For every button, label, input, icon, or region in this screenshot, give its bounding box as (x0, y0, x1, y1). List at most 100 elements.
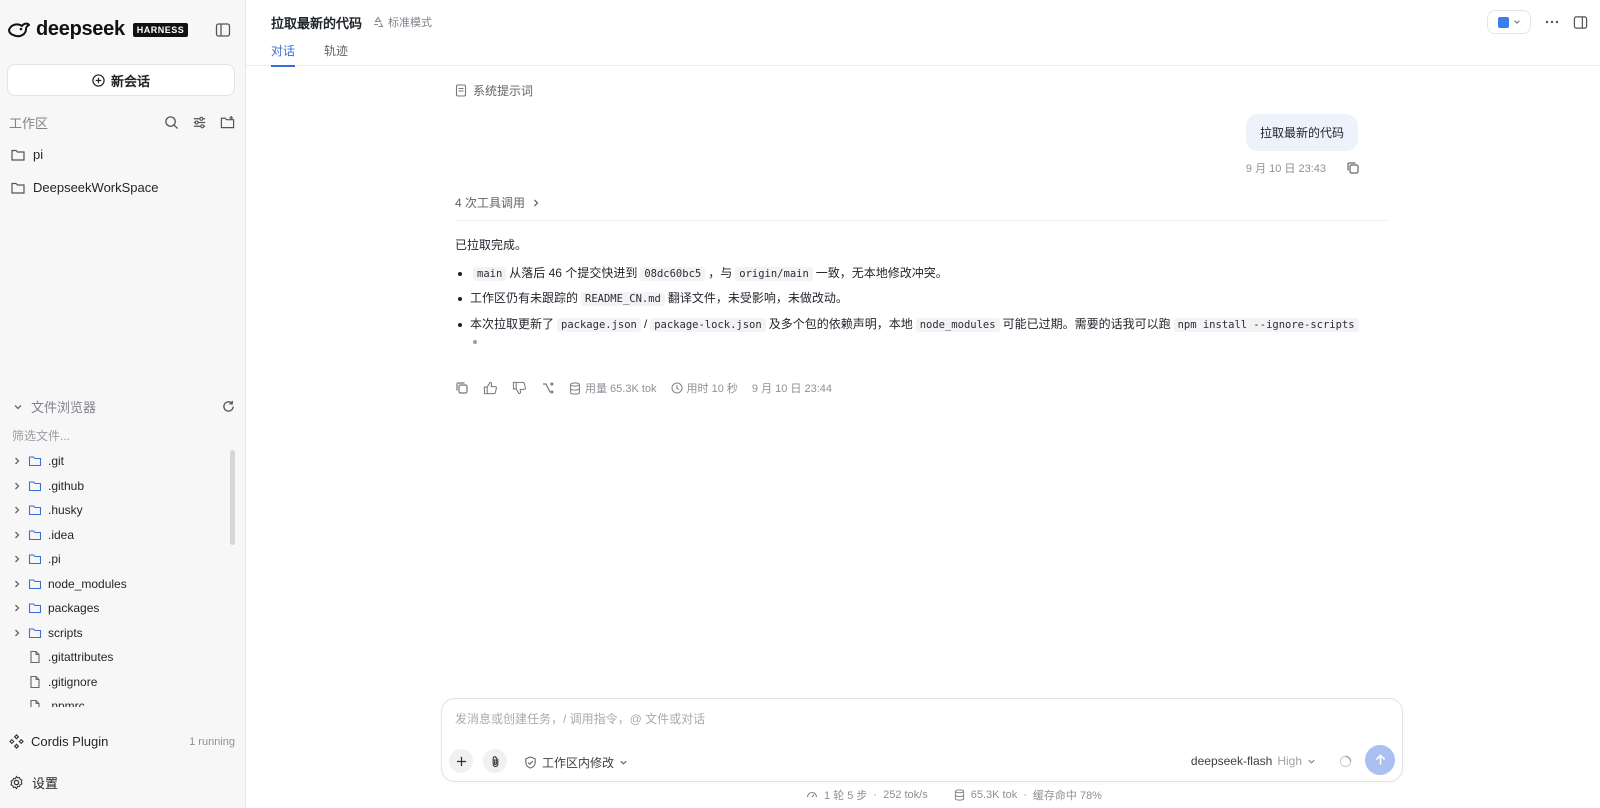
sidebar: deepseek HARNESS 新会话 工作区 pi DeepseekWork… (0, 0, 246, 808)
filter-settings-icon[interactable] (192, 115, 207, 130)
file-icon (30, 651, 40, 664)
file-tree-label: scripts (48, 625, 83, 640)
file-tree-file[interactable]: .npmrc (0, 694, 246, 707)
file-tree-folder[interactable]: node_modules (0, 572, 246, 597)
new-chat-button[interactable]: 新会话 (7, 64, 235, 96)
file-tree-folder[interactable]: scripts (0, 621, 246, 646)
search-icon[interactable] (164, 115, 179, 130)
reply-actions: 用量 65.3K tok 用时 10 秒 9 月 10 日 23:44 (455, 380, 832, 396)
more-options-icon[interactable] (1545, 15, 1559, 29)
user-message: 拉取最新的代码 (1245, 114, 1358, 151)
cordis-plugin-item[interactable]: Cordis Plugin 1 running (9, 734, 235, 749)
file-tree-file[interactable]: .gitignore (0, 670, 246, 695)
file-tree-folder[interactable]: packages (0, 596, 246, 621)
plugin-icon (9, 734, 24, 749)
paperclip-icon (492, 755, 498, 767)
reply-text: 本次拉取更新了 (470, 316, 555, 331)
reply-bullet: 本次拉取更新了 package.json / package-lock.json 及多个… (455, 315, 1400, 334)
tab-trajectory[interactable]: 轨迹 (324, 42, 348, 65)
recycle-icon (374, 16, 384, 28)
reply-bullet: 工作区仍有未跟踪的 README_CN.md 翻译文件，未受影响，未做改动。 (455, 289, 1400, 308)
system-prompt-toggle[interactable]: 系统提示词 (455, 82, 533, 99)
file-tree-folder[interactable]: .github (0, 474, 246, 499)
cache-label: 缓存命中 78% (1032, 790, 1102, 802)
folder-icon (11, 149, 25, 161)
app-switcher-dropdown[interactable] (1487, 10, 1531, 34)
copy-icon[interactable] (455, 381, 469, 395)
file-tree-label: .gitattributes (48, 650, 114, 665)
model-level: High (1277, 754, 1302, 768)
brand-logo[interactable]: deepseek HARNESS (8, 18, 189, 41)
new-folder-icon[interactable] (220, 115, 235, 130)
reply-text: 翻译文件，未受影响，未做改动。 (667, 291, 848, 306)
shield-check-icon (525, 756, 536, 769)
scope-dropdown[interactable]: 工作区内修改 (524, 754, 628, 771)
inline-code: origin/main (735, 267, 813, 282)
duration-stat: 用时 10 秒 (670, 380, 738, 396)
workspace-item-pi[interactable]: pi (11, 147, 43, 162)
assistant-reply: 已拉取完成。 main 从落后 46 个提交快进到 08dc60bc5 ，与 origi… (455, 236, 1400, 344)
plus-circle-icon (92, 73, 105, 87)
copy-icon[interactable] (1346, 161, 1360, 175)
loading-spinner-icon (1339, 755, 1352, 768)
reply-bullet-list: main 从落后 46 个提交快进到 08dc60bc5 ，与 origin/main 一… (455, 264, 1400, 334)
file-tree-scrollbar[interactable] (230, 450, 235, 545)
attach-file-button[interactable] (483, 749, 507, 773)
file-tree-folder[interactable]: .pi (0, 547, 246, 572)
file-tree-label: .github (48, 478, 85, 493)
file-tree-label: .idea (48, 527, 75, 542)
model-selector[interactable]: deepseek-flash High (1191, 754, 1316, 768)
chevron-right-icon (534, 199, 539, 206)
thumbs-up-icon[interactable] (483, 381, 498, 395)
tab-conversation[interactable]: 对话 (271, 42, 296, 67)
sidebar-toggle-icon[interactable] (215, 22, 231, 38)
conversation-area: 系统提示词 拉取最新的代码 9 月 10 日 23:43 4 次工具调用 已拉取… (246, 66, 1600, 808)
document-icon (455, 84, 467, 97)
mode-indicator[interactable]: 标准模式 (372, 14, 432, 30)
folder-icon (11, 182, 25, 194)
file-tree-folder[interactable]: .idea (0, 523, 246, 548)
turns-label: 1 轮 5 步 (824, 790, 868, 802)
turns-stat: 1 轮 5 步 · 252 tok/s (806, 787, 928, 803)
file-filter-input[interactable]: 筛选文件... (12, 427, 70, 444)
tokens-label: 65.3K tok (970, 789, 1018, 801)
database-icon (569, 381, 581, 395)
workspace-label: 工作区 (9, 116, 49, 131)
file-tree-folder[interactable]: .husky (0, 498, 246, 523)
tool-calls-toggle[interactable]: 4 次工具调用 (455, 194, 541, 211)
folder-icon (28, 554, 42, 565)
workspace-item-deepseekworkspace[interactable]: DeepseekWorkSpace (11, 180, 159, 195)
usage-label: 用量 65.3K tok (585, 383, 657, 395)
inline-code: 08dc60bc5 (640, 267, 706, 282)
message-composer[interactable]: 发消息或创建任务，/ 调用指令，@ 文件或对话 工作区内修改 deepseek-… (441, 698, 1403, 782)
file-tree-label: .git (48, 454, 65, 469)
send-button[interactable] (1365, 745, 1395, 775)
new-chat-label: 新会话 (110, 73, 150, 89)
folder-icon (28, 456, 42, 467)
thumbs-down-icon[interactable] (512, 381, 527, 395)
file-tree-label: packages (48, 601, 100, 616)
file-tree-folder[interactable]: .git (0, 449, 246, 474)
add-attachment-button[interactable] (449, 749, 473, 773)
file-browser-header[interactable]: 文件浏览器 (13, 397, 235, 416)
bullet-dot (473, 339, 477, 344)
folder-icon (28, 579, 42, 589)
inline-code: npm install --ignore-scripts (1173, 317, 1359, 332)
status-footer: 1 轮 5 步 · 252 tok/s 65.3K tok · 缓存命中 78% (246, 787, 1600, 803)
duration-label: 用时 10 秒 (686, 383, 738, 395)
workspace-item-label: DeepseekWorkSpace (33, 180, 159, 195)
system-prompt-label: 系统提示词 (473, 84, 534, 98)
whale-logo-icon (8, 22, 30, 37)
refresh-icon[interactable] (222, 400, 235, 413)
right-panel-toggle-icon[interactable] (1573, 15, 1588, 30)
settings-label: 设置 (32, 776, 59, 791)
reply-time: 9 月 10 日 23:44 (751, 383, 833, 395)
chevron-right-icon (15, 580, 20, 588)
branch-icon[interactable] (541, 381, 555, 395)
chevron-down-icon (1513, 20, 1520, 24)
file-browser-label: 文件浏览器 (31, 400, 97, 415)
file-tree-file[interactable]: .gitattributes (0, 645, 246, 670)
settings-button[interactable]: 设置 (9, 773, 58, 792)
file-tree-label: .gitignore (48, 674, 98, 689)
message-input[interactable]: 发消息或创建任务，/ 调用指令，@ 文件或对话 (455, 710, 705, 727)
